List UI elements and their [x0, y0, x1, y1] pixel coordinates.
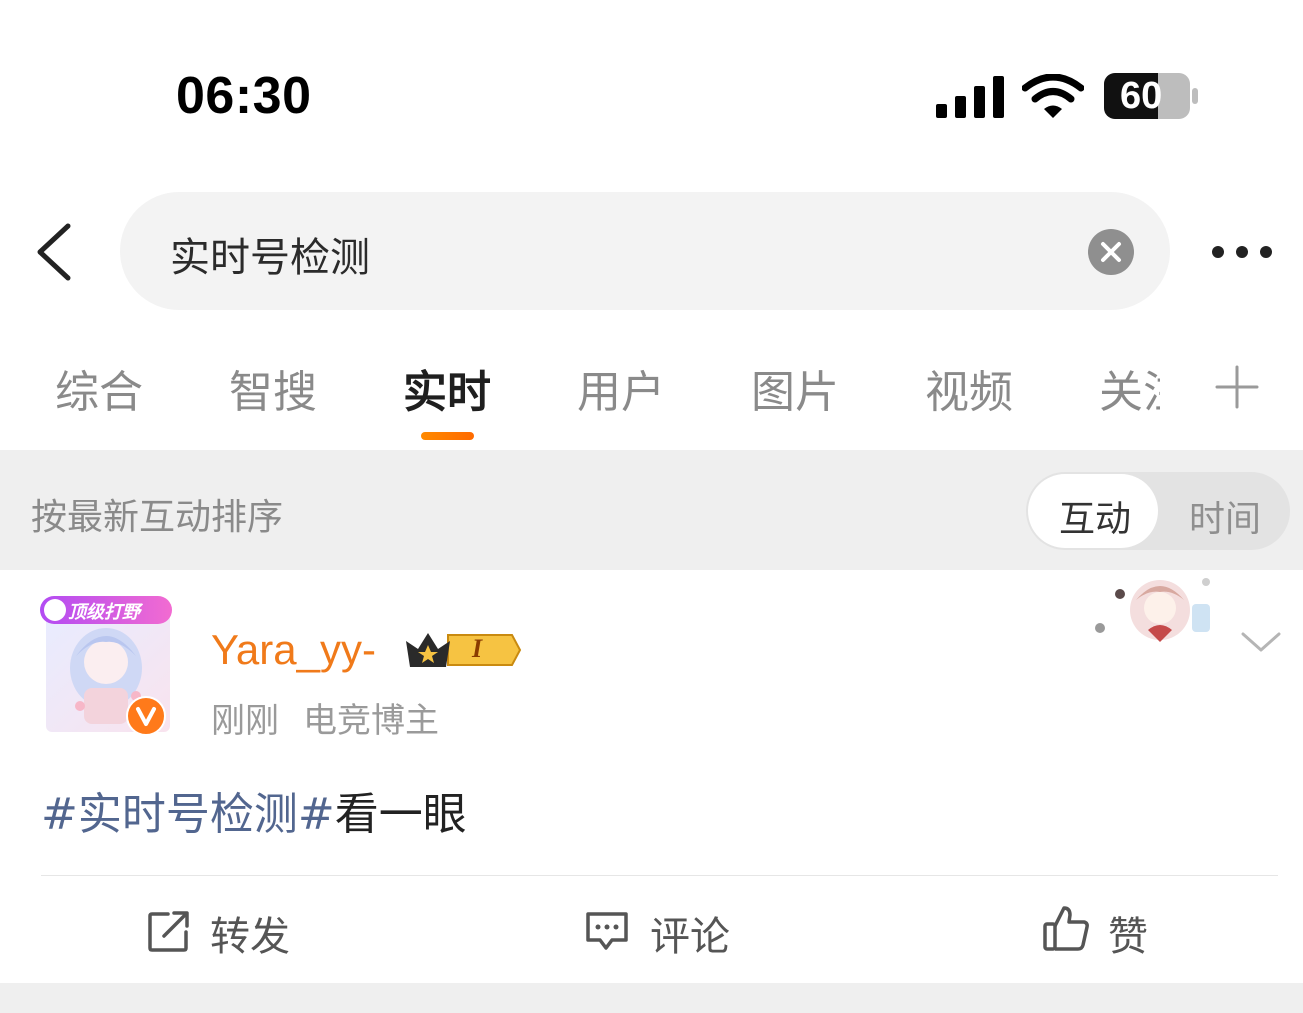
post-text: 看一眼 [334, 789, 467, 840]
repost-icon [148, 911, 189, 952]
tab-smart-search[interactable]: 智搜 [229, 356, 317, 420]
comment-label: 评论 [650, 914, 730, 960]
avatar[interactable]: 顶级打野 [40, 596, 176, 736]
card-decoration-image [1095, 578, 1210, 642]
comment-button[interactable]: 评论 [584, 900, 744, 960]
hashtag-link[interactable]: #实时号检测# [41, 789, 335, 840]
avatar-badge-label: 顶级打野 [68, 602, 140, 623]
status-time: 06:30 [176, 67, 312, 125]
battery-level: 60 [1120, 75, 1163, 117]
back-arrow-icon[interactable] [32, 222, 76, 282]
crown-icon [406, 633, 522, 667]
like-button[interactable]: 赞 [1042, 900, 1162, 960]
post-time: 刚刚 [211, 701, 279, 741]
tab-images[interactable]: 图片 [751, 356, 839, 420]
comment-icon [586, 912, 628, 950]
active-tab-indicator [421, 432, 474, 440]
tab-videos[interactable]: 视频 [925, 356, 1013, 420]
verified-v-icon [126, 696, 166, 736]
like-icon [1043, 906, 1089, 951]
more-icon[interactable] [1206, 240, 1278, 264]
user-role: 电竞博主 [303, 701, 439, 741]
like-label: 赞 [1108, 914, 1148, 960]
tab-overflow-mask [1160, 350, 1203, 430]
tab-comprehensive[interactable]: 综合 [55, 356, 143, 420]
username[interactable]: Yara_yy- [211, 626, 376, 674]
avatar-badge: 顶级打野 [40, 596, 172, 624]
sort-option-interaction[interactable]: 互动 [1059, 490, 1131, 542]
search-input[interactable]: 实时号检测 [120, 192, 1170, 310]
search-query-text: 实时号检测 [170, 235, 370, 281]
feed-separator [0, 983, 1303, 1013]
cellular-signal-icon [936, 76, 1004, 118]
clear-icon[interactable] [1088, 229, 1134, 275]
chevron-down-icon[interactable] [1240, 628, 1282, 656]
tab-realtime[interactable]: 实时 [403, 356, 491, 420]
badge-level-icon [44, 599, 66, 621]
sort-segmented-control: 互动 时间 [1026, 472, 1290, 550]
sort-label: 按最新互动排序 [31, 497, 284, 538]
post-content: #实时号检测#看一眼 [41, 778, 467, 842]
member-level-badge: I [404, 627, 524, 673]
sort-bar: 按最新互动排序 互动 时间 [0, 450, 1303, 570]
divider [41, 875, 1278, 876]
repost-label: 转发 [210, 914, 290, 960]
sort-option-time[interactable]: 时间 [1189, 490, 1261, 542]
member-level-label: I [472, 634, 483, 663]
battery-indicator: 60 [1104, 73, 1198, 119]
repost-button[interactable]: 转发 [146, 900, 306, 960]
tab-users[interactable]: 用户 [577, 356, 665, 420]
add-tab-icon[interactable] [1214, 364, 1260, 410]
wifi-icon [1022, 74, 1084, 118]
